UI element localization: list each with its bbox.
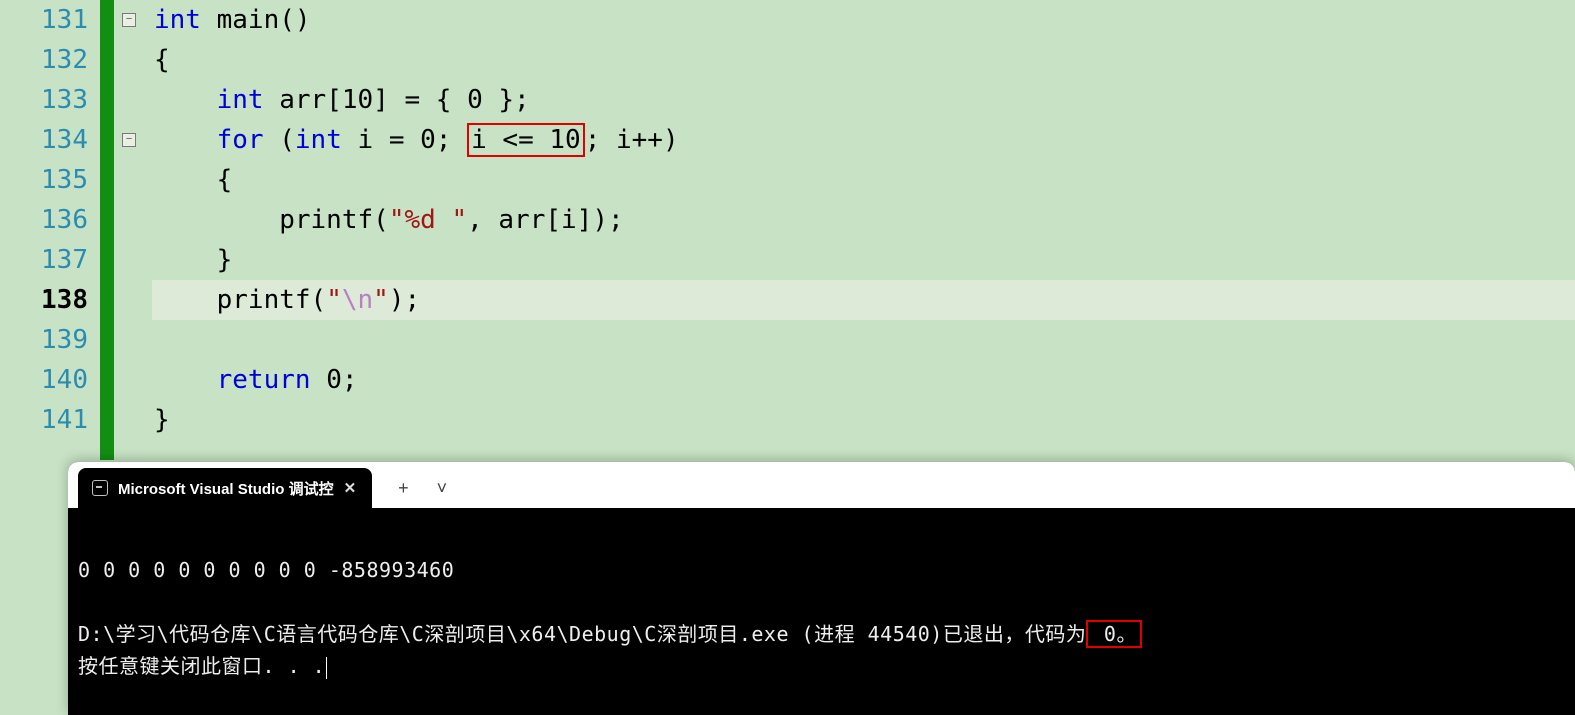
keyword-int: int — [217, 85, 264, 115]
terminal-tabbar: Microsoft Visual Studio 调试控 ✕ + ˅ — [68, 462, 1575, 508]
code-line: for (int i = 0; i <= 10; i++) — [152, 120, 1575, 160]
indent — [154, 365, 217, 395]
close-icon[interactable]: ✕ — [344, 479, 357, 497]
fold-toggle-icon[interactable]: − — [122, 133, 136, 147]
highlight-error-box: i <= 10 — [467, 123, 585, 157]
line-number: 139 — [0, 320, 88, 360]
string-quote: " — [451, 205, 467, 235]
line-number-gutter: 131 132 133 134 135 136 137 138 139 140 … — [0, 0, 100, 460]
keyword-int: int — [154, 5, 201, 35]
code-editor[interactable]: 131 132 133 134 135 136 137 138 139 140 … — [0, 0, 1575, 460]
line-number: 135 — [0, 160, 88, 200]
fold-toggle-icon[interactable]: − — [122, 13, 136, 27]
new-tab-button[interactable]: + — [398, 478, 409, 499]
loop-condition: i <= 10 — [471, 125, 581, 155]
line-number: 131 — [0, 0, 88, 40]
code-text: ; i++) — [585, 125, 679, 155]
tabbar-controls: + ˅ — [398, 468, 447, 508]
terminal-prompt-line: 按任意键关闭此窗口. . . — [78, 654, 325, 678]
indent — [154, 85, 217, 115]
fold-column: − − — [114, 0, 152, 460]
tab-dropdown-button[interactable]: ˅ — [437, 478, 448, 499]
line-number: 141 — [0, 400, 88, 440]
line-number: 137 — [0, 240, 88, 280]
string-quote: " — [373, 285, 389, 315]
code-text: ( — [264, 125, 295, 155]
terminal-tab-title: Microsoft Visual Studio 调试控 — [118, 478, 334, 499]
highlight-exit-code: 0。 — [1086, 620, 1142, 648]
code-text: 0; — [311, 365, 358, 395]
terminal-icon — [92, 480, 108, 496]
brace-open: { — [154, 45, 170, 75]
string-quote: " — [326, 285, 342, 315]
terminal-exit-line: D:\学习\代码仓库\C语言代码仓库\C深剖项目\x64\Debug\C深剖项目… — [78, 622, 1086, 646]
code-text: , arr[i]); — [467, 205, 624, 235]
string-quote: " — [389, 205, 405, 235]
code-line: int main() — [152, 0, 1575, 40]
code-text: ); — [389, 285, 420, 315]
terminal-tab[interactable]: Microsoft Visual Studio 调试控 ✕ — [78, 468, 372, 508]
code-text: main() — [201, 5, 311, 35]
brace-close: } — [154, 405, 170, 435]
code-line: int arr[10] = { 0 }; — [152, 80, 1575, 120]
code-area[interactable]: int main() { int arr[10] = { 0 }; for (i… — [152, 0, 1575, 460]
line-number: 136 — [0, 200, 88, 240]
code-line-current: printf("\n"); — [152, 280, 1575, 320]
code-text: printf( — [154, 285, 326, 315]
code-line: } — [152, 400, 1575, 440]
code-line: return 0; — [152, 360, 1575, 400]
keyword-return: return — [217, 365, 311, 395]
code-line: { — [152, 160, 1575, 200]
change-marker-bar — [100, 0, 114, 460]
code-line: { — [152, 40, 1575, 80]
terminal-window: Microsoft Visual Studio 调试控 ✕ + ˅ 0 0 0 … — [68, 462, 1575, 715]
keyword-for: for — [217, 125, 264, 155]
code-text: i = 0; — [342, 125, 467, 155]
terminal-output[interactable]: 0 0 0 0 0 0 0 0 0 0 -858993460 D:\学习\代码仓… — [68, 508, 1575, 715]
keyword-int: int — [295, 125, 342, 155]
brace-close: } — [154, 245, 232, 275]
code-text: arr[10] = { 0 }; — [264, 85, 530, 115]
code-line — [152, 320, 1575, 360]
exit-code: 0。 — [1091, 622, 1137, 646]
terminal-output-line: 0 0 0 0 0 0 0 0 0 0 -858993460 — [78, 558, 454, 582]
line-number: 133 — [0, 80, 88, 120]
code-text: printf( — [154, 205, 389, 235]
line-number: 134 — [0, 120, 88, 160]
cursor-icon — [326, 657, 327, 679]
line-number-current: 138 — [0, 280, 88, 320]
code-line: printf("%d ", arr[i]); — [152, 200, 1575, 240]
indent — [154, 125, 217, 155]
brace-open: { — [154, 165, 232, 195]
string-literal: %d — [404, 205, 451, 235]
escape-sequence: \n — [342, 285, 373, 315]
line-number: 132 — [0, 40, 88, 80]
line-number: 140 — [0, 360, 88, 400]
code-line: } — [152, 240, 1575, 280]
